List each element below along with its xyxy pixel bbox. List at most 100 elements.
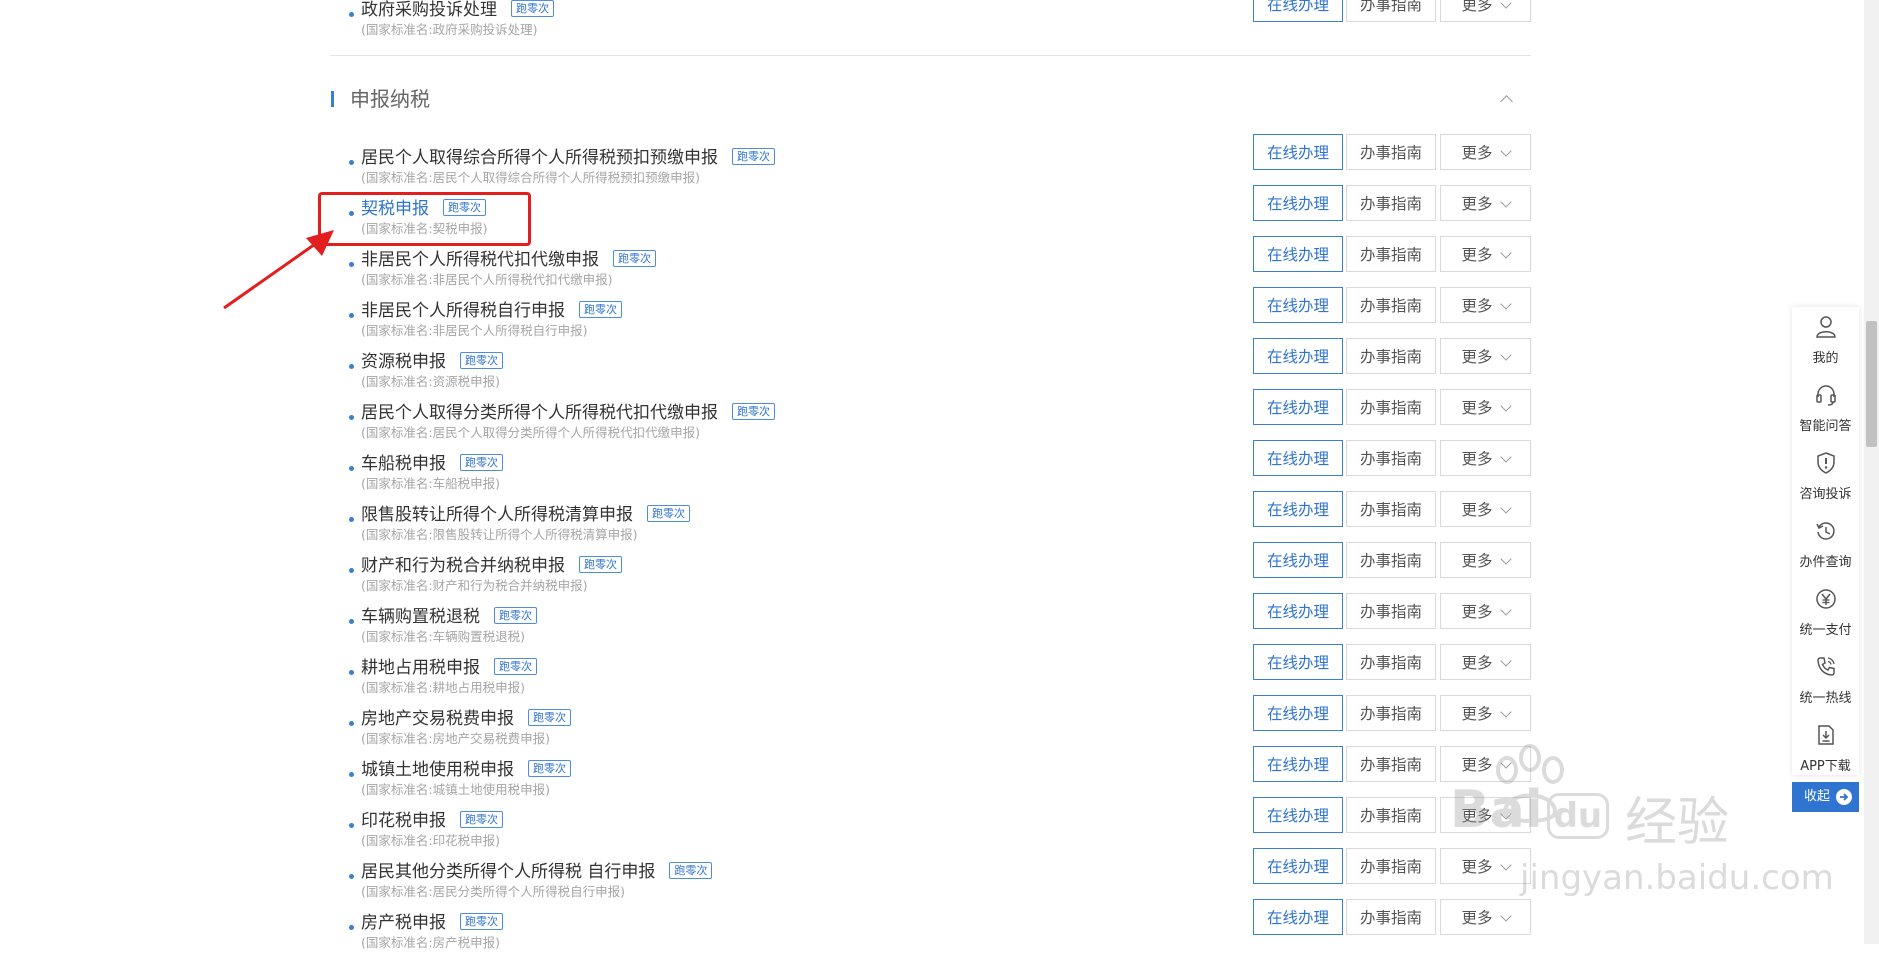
guide-button[interactable]: 办事指南 — [1346, 593, 1436, 629]
more-label: 更多 — [1461, 348, 1493, 366]
online-handle-button[interactable]: 在线办理 — [1253, 797, 1343, 833]
item-standard-name: (国家标准名:政府采购投诉处理) — [361, 22, 538, 37]
more-button[interactable]: 更多 — [1440, 644, 1531, 680]
online-handle-button[interactable]: 在线办理 — [1253, 746, 1343, 782]
online-handle-button[interactable]: 在线办理 — [1253, 848, 1343, 884]
guide-button[interactable]: 办事指南 — [1346, 185, 1436, 221]
item-standard-name: (国家标准名:房地产交易税费申报) — [361, 731, 550, 746]
toolbar-item-payment[interactable]: 统一支付 — [1792, 579, 1859, 645]
online-handle-button[interactable]: 在线办理 — [1253, 185, 1343, 221]
arrow-right-icon — [1836, 789, 1852, 805]
more-button[interactable]: 更多 — [1440, 338, 1531, 374]
item-title[interactable]: 城镇土地使用税申报 跑零次 — [361, 758, 571, 782]
item-title[interactable]: 非居民个人所得税自行申报 跑零次 — [361, 299, 622, 323]
chevron-up-icon[interactable] — [1500, 95, 1513, 108]
more-button[interactable]: 更多 — [1440, 134, 1531, 170]
chevron-down-icon — [1499, 247, 1512, 259]
guide-button[interactable]: 办事指南 — [1346, 440, 1436, 476]
guide-button[interactable]: 办事指南 — [1346, 491, 1436, 527]
bullet-dot — [349, 466, 354, 471]
toolbar-item-mine[interactable]: 我的 — [1792, 307, 1859, 373]
more-button[interactable]: 更多 — [1440, 440, 1531, 476]
section-divider — [330, 55, 1531, 56]
guide-button[interactable]: 办事指南 — [1346, 236, 1436, 272]
more-button[interactable]: 更多 — [1440, 899, 1531, 935]
item-title[interactable]: 财产和行为税合并纳税申报 跑零次 — [361, 554, 622, 578]
item-title[interactable]: 耕地占用税申报 跑零次 — [361, 656, 537, 680]
online-handle-button[interactable]: 在线办理 — [1253, 0, 1343, 22]
online-handle-button[interactable]: 在线办理 — [1253, 593, 1343, 629]
item-title[interactable]: 车辆购置税退税 跑零次 — [361, 605, 537, 629]
item-title[interactable]: 车船税申报 跑零次 — [361, 452, 503, 476]
item-title[interactable]: 房产税申报 跑零次 — [361, 911, 503, 935]
baidu-watermark: Bai du 经验 jingyan.baidu.com — [1400, 740, 1834, 900]
toolbar-label: 智能问答 — [1799, 419, 1852, 434]
chevron-down-icon — [1499, 910, 1512, 922]
more-button[interactable]: 更多 — [1440, 389, 1531, 425]
more-label: 更多 — [1461, 705, 1493, 723]
more-button[interactable]: 更多 — [1440, 287, 1531, 323]
yuan-icon — [1816, 589, 1836, 609]
list-item: 政府采购投诉处理 跑零次 (国家标准名:政府采购投诉处理) 在线办理 办事指南 更… — [330, 0, 1531, 48]
more-button[interactable]: 更多 — [1440, 0, 1531, 22]
more-button[interactable]: 更多 — [1440, 185, 1531, 221]
online-handle-button[interactable]: 在线办理 — [1253, 338, 1343, 374]
online-handle-button[interactable]: 在线办理 — [1253, 134, 1343, 170]
item-standard-name: (国家标准名:非居民个人所得税自行申报) — [361, 323, 588, 338]
guide-button[interactable]: 办事指南 — [1346, 644, 1436, 680]
service-list-page: 政府采购投诉处理 跑零次 (国家标准名:政府采购投诉处理) 在线办理 办事指南 更… — [0, 0, 1879, 950]
chevron-down-icon — [1499, 604, 1512, 616]
item-standard-name: (国家标准名:居民个人取得综合所得个人所得税预扣预缴申报) — [361, 170, 700, 185]
online-handle-button[interactable]: 在线办理 — [1253, 440, 1343, 476]
guide-button[interactable]: 办事指南 — [1346, 338, 1436, 374]
item-title[interactable]: 非居民个人所得税代扣代缴申报 跑零次 — [361, 248, 656, 272]
section-title: 申报纳税 — [350, 87, 430, 111]
guide-button[interactable]: 办事指南 — [1346, 0, 1436, 22]
scrollbar-track[interactable] — [1864, 0, 1879, 944]
guide-button[interactable]: 办事指南 — [1346, 542, 1436, 578]
item-title[interactable]: 限售股转让所得个人所得税清算申报 跑零次 — [361, 503, 690, 527]
guide-button[interactable]: 办事指南 — [1346, 389, 1436, 425]
online-handle-button[interactable]: 在线办理 — [1253, 644, 1343, 680]
bullet-dot — [349, 772, 354, 777]
toolbar-item-hotline[interactable]: 统一热线 — [1792, 647, 1859, 713]
online-handle-button[interactable]: 在线办理 — [1253, 542, 1343, 578]
item-title[interactable]: 政府采购投诉处理 跑零次 — [361, 0, 554, 22]
item-title[interactable]: 资源税申报 跑零次 — [361, 350, 503, 374]
item-title[interactable]: 印花税申报 跑零次 — [361, 809, 503, 833]
more-button[interactable]: 更多 — [1440, 695, 1531, 731]
more-button[interactable]: 更多 — [1440, 236, 1531, 272]
item-title[interactable]: 房地产交易税费申报 跑零次 — [361, 707, 571, 731]
online-handle-button[interactable]: 在线办理 — [1253, 491, 1343, 527]
guide-button[interactable]: 办事指南 — [1346, 899, 1436, 935]
scrollbar-thumb[interactable] — [1866, 321, 1877, 447]
bullet-dot — [349, 823, 354, 828]
zero-trip-badge: 跑零次 — [460, 352, 503, 369]
chevron-down-icon — [1499, 706, 1512, 718]
toolbar-item-complaint[interactable]: 咨询投诉 — [1792, 443, 1859, 509]
guide-button[interactable]: 办事指南 — [1346, 134, 1436, 170]
more-label: 更多 — [1461, 501, 1493, 519]
online-handle-button[interactable]: 在线办理 — [1253, 899, 1343, 935]
item-title[interactable]: 居民个人取得综合所得个人所得税预扣预缴申报 跑零次 — [361, 146, 775, 170]
chevron-down-icon — [1499, 196, 1512, 208]
more-button[interactable]: 更多 — [1440, 593, 1531, 629]
item-standard-name: (国家标准名:非居民个人所得税代扣代缴申报) — [361, 272, 613, 287]
item-title[interactable]: 居民其他分类所得个人所得税 自行申报 跑零次 — [361, 860, 713, 884]
guide-button[interactable]: 办事指南 — [1346, 287, 1436, 323]
online-handle-button[interactable]: 在线办理 — [1253, 236, 1343, 272]
more-label: 更多 — [1461, 297, 1493, 315]
online-handle-button[interactable]: 在线办理 — [1253, 695, 1343, 731]
toolbar-item-smart-qa[interactable]: 智能问答 — [1792, 375, 1859, 441]
toolbar-item-case-query[interactable]: 办件查询 — [1792, 511, 1859, 577]
more-button[interactable]: 更多 — [1440, 491, 1531, 527]
item-standard-name: (国家标准名:耕地占用税申报) — [361, 680, 525, 695]
more-button[interactable]: 更多 — [1440, 542, 1531, 578]
chevron-down-icon — [1499, 400, 1512, 412]
online-handle-button[interactable]: 在线办理 — [1253, 389, 1343, 425]
zero-trip-badge: 跑零次 — [494, 658, 537, 675]
item-title[interactable]: 居民个人取得分类所得个人所得税代扣代缴申报 跑零次 — [361, 401, 775, 425]
guide-button[interactable]: 办事指南 — [1346, 695, 1436, 731]
online-handle-button[interactable]: 在线办理 — [1253, 287, 1343, 323]
chevron-down-icon — [1499, 655, 1512, 667]
